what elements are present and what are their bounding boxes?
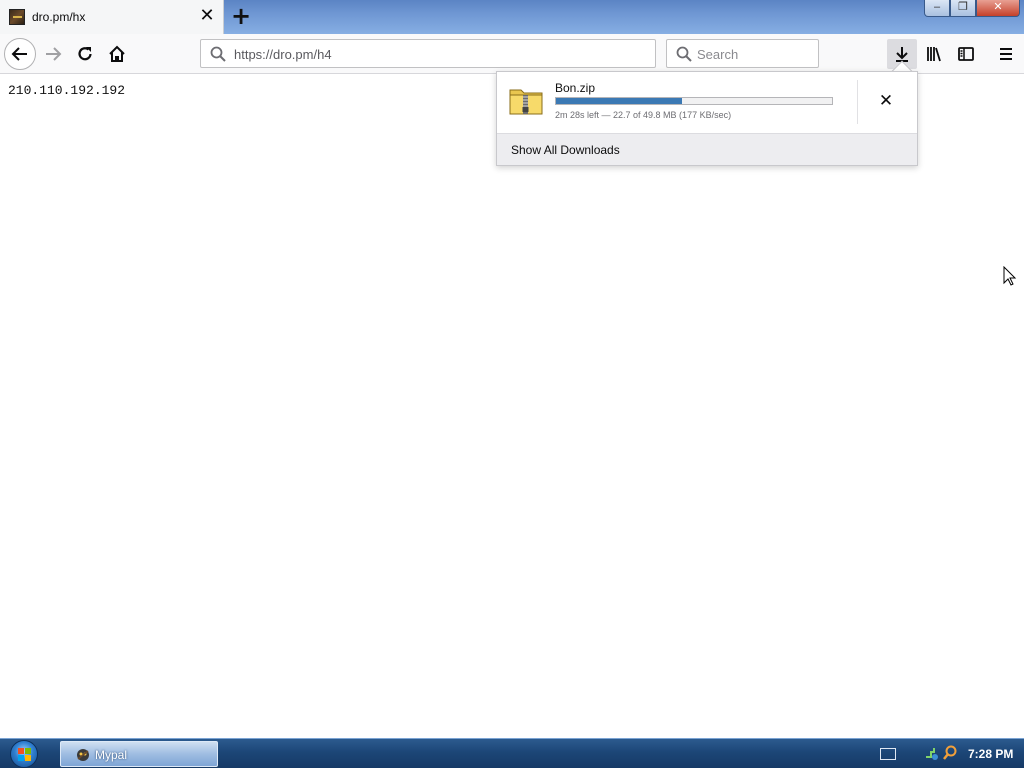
download-filename: Bon.zip [555, 81, 596, 95]
browser-tab[interactable]: dro.pm/hx ✕ [0, 0, 224, 34]
tab-close-icon[interactable]: ✕ [198, 7, 216, 25]
download-progress-bar [555, 97, 833, 105]
download-item[interactable]: Bon.zip 2m 28s left — 22.7 of 49.8 MB (1… [497, 72, 917, 132]
minimize-button[interactable]: – [924, 0, 950, 17]
new-tab-button[interactable]: + [228, 3, 254, 29]
zip-file-icon [509, 89, 543, 115]
home-icon [109, 45, 125, 62]
mypal-app-icon [77, 749, 89, 761]
menu-button[interactable] [991, 39, 1021, 69]
taskbar-app-label: Mypal [95, 748, 128, 762]
windows-logo-icon [18, 748, 31, 761]
sidebar-icon [958, 47, 974, 61]
library-icon [927, 47, 941, 62]
hamburger-menu-icon [1000, 48, 1012, 60]
site-favicon-icon [9, 9, 25, 25]
page-body-text: 210.110.192.192 [8, 83, 126, 98]
sidebar-button[interactable] [951, 39, 981, 69]
search-placeholder: Search [697, 47, 739, 62]
maximize-button[interactable]: ❐ [950, 0, 976, 17]
tab-title: dro.pm/hx [32, 10, 86, 24]
show-all-downloads-button[interactable]: Show All Downloads [497, 133, 917, 165]
mouse-cursor-icon [1003, 266, 1017, 286]
navigation-toolbar: https://dro.pm/h4 Search [0, 34, 1024, 74]
download-item-divider [857, 80, 858, 124]
search-icon [210, 46, 226, 62]
library-button[interactable] [919, 39, 949, 69]
download-progress-fill [556, 98, 682, 104]
forward-button[interactable] [39, 40, 67, 68]
search-bar[interactable]: Search [666, 39, 819, 68]
taskbar: Mypal 7:28 PM [0, 738, 1024, 768]
forward-arrow-icon [46, 47, 62, 61]
reload-icon [78, 47, 92, 61]
window-controls: – ❐ ✕ [924, 0, 1020, 18]
downloads-panel: Bon.zip 2m 28s left — 22.7 of 49.8 MB (1… [496, 71, 918, 166]
network-tray-icon[interactable] [924, 745, 940, 761]
reload-button[interactable] [71, 40, 99, 68]
window-close-button[interactable]: ✕ [976, 0, 1020, 17]
taskbar-app-button[interactable]: Mypal [60, 741, 218, 767]
search-tray-icon[interactable] [942, 745, 958, 761]
search-icon [676, 46, 692, 62]
system-clock: 7:28 PM [968, 747, 1014, 761]
keyboard-tray-icon[interactable] [880, 748, 896, 760]
start-button[interactable] [10, 740, 38, 768]
url-bar[interactable]: https://dro.pm/h4 [200, 39, 656, 68]
close-icon: ✕ [878, 91, 894, 111]
url-text: https://dro.pm/h4 [234, 47, 332, 62]
show-all-downloads-label: Show All Downloads [511, 143, 620, 157]
back-arrow-icon [11, 47, 27, 61]
home-button[interactable] [103, 40, 131, 68]
cancel-download-button[interactable]: ✕ [875, 90, 897, 112]
download-status-text: 2m 28s left — 22.7 of 49.8 MB (177 KB/se… [555, 110, 732, 120]
tab-strip: dro.pm/hx ✕ + – ❐ ✕ [0, 0, 1024, 34]
back-button[interactable] [4, 38, 36, 70]
